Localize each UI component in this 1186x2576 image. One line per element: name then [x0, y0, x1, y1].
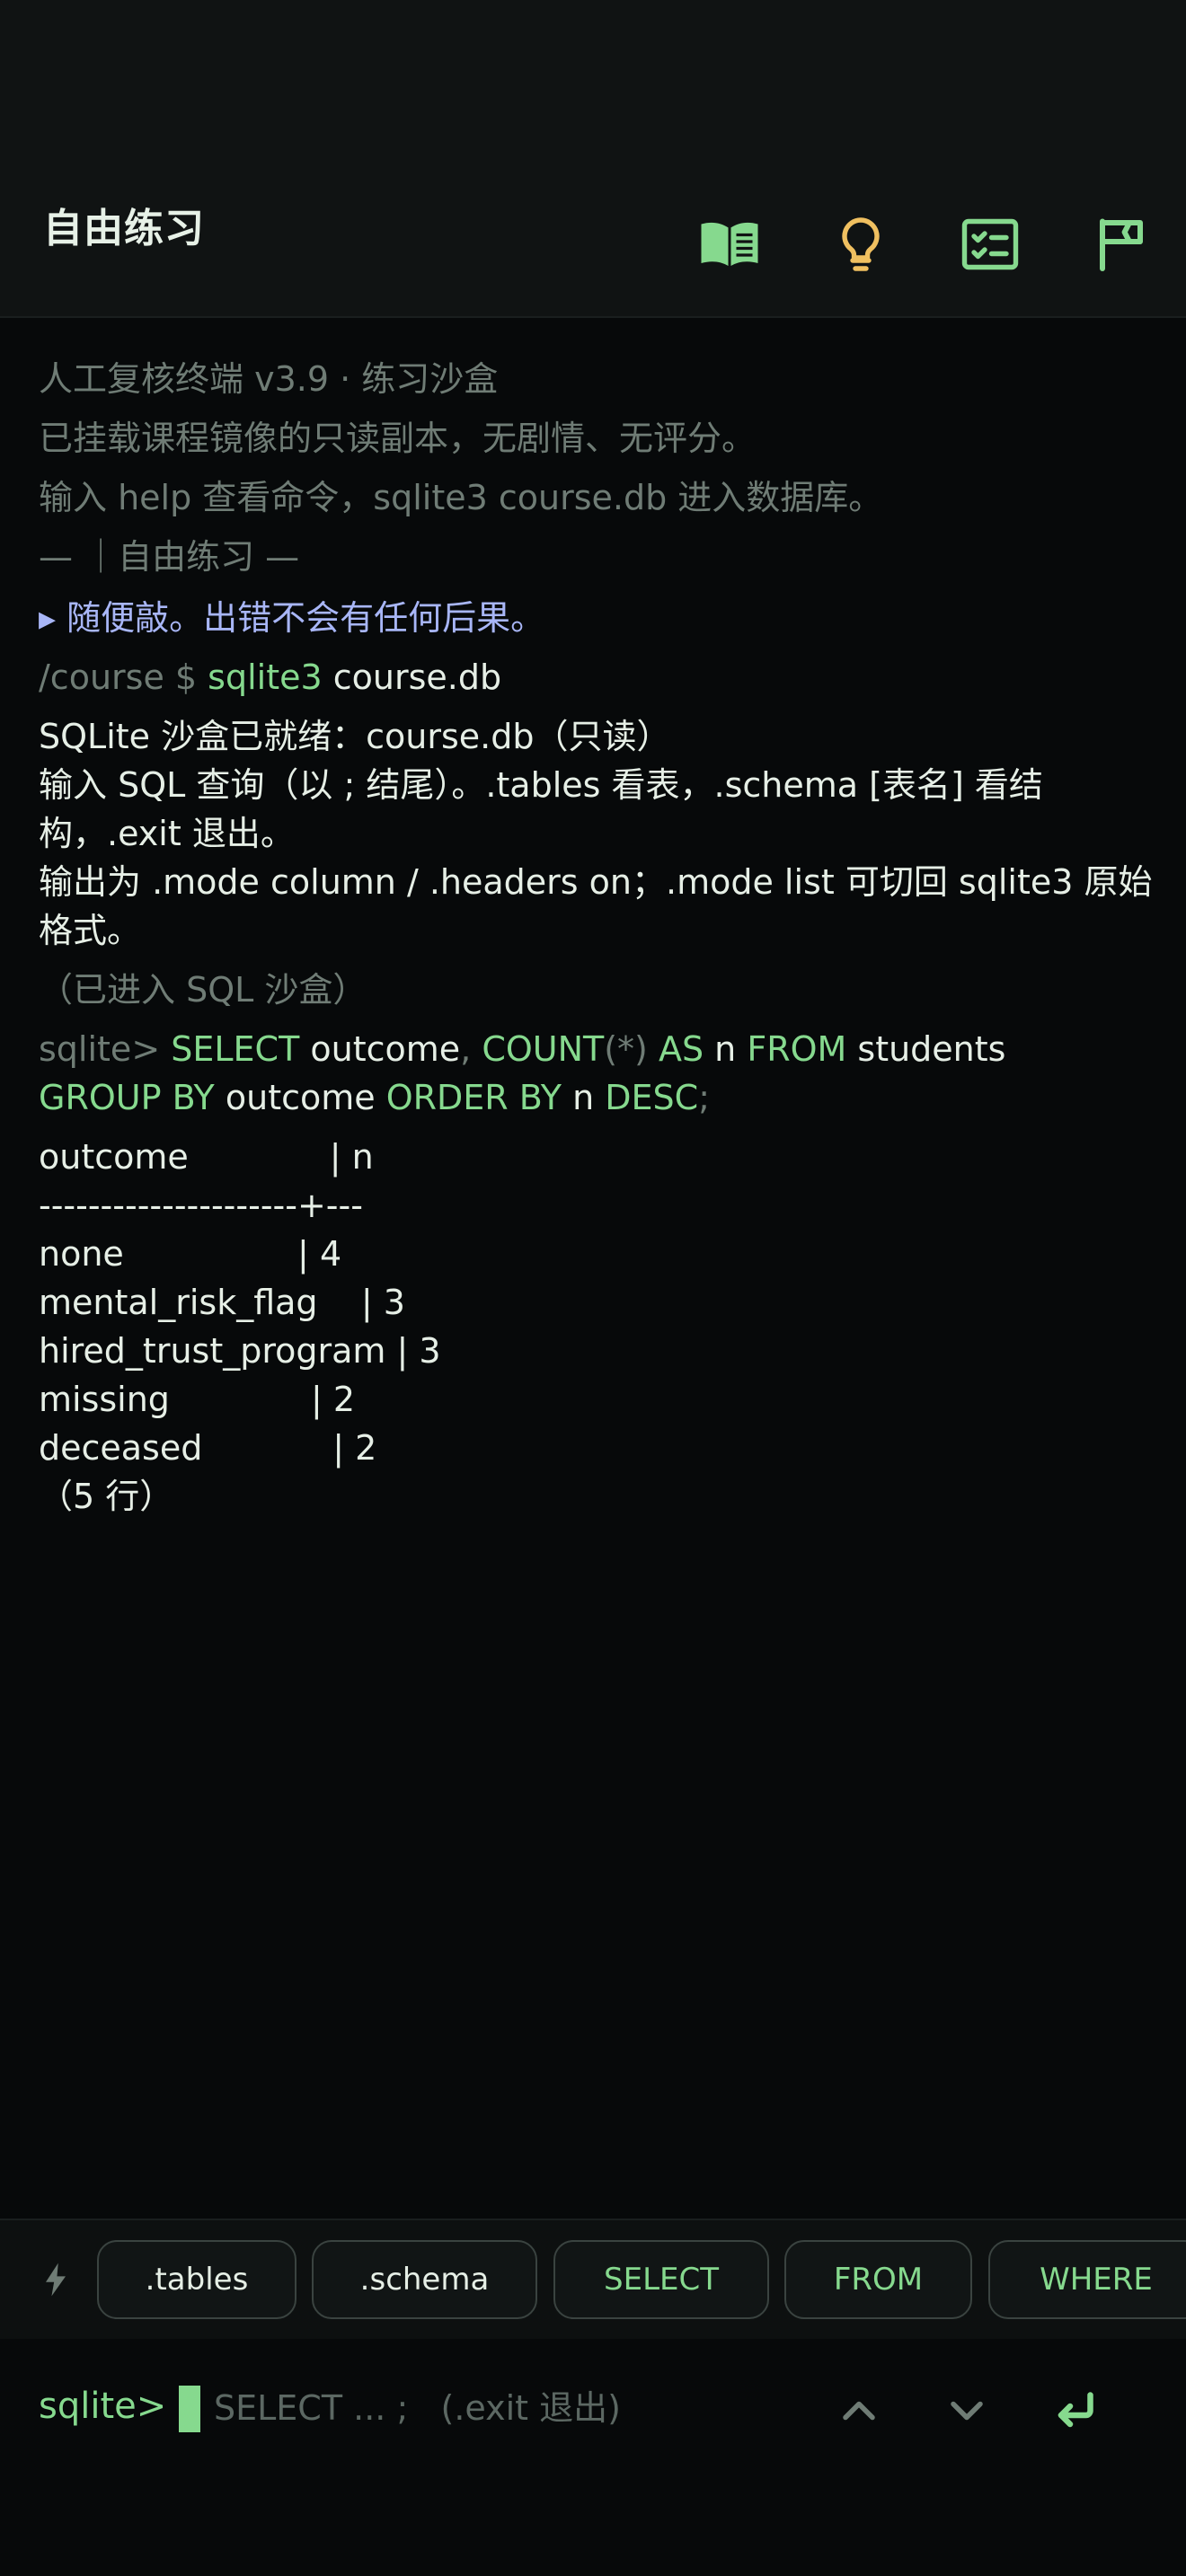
input-prompt: sqlite> [39, 2386, 167, 2427]
terminal-output: 人工复核终端 v3.9 · 练习沙盒 已挂载课程镜像的只读副本，无剧情、无评分。… [39, 355, 1153, 1521]
sql-symbol: (*) [604, 1029, 648, 1069]
sql-identifier: outcome [299, 1029, 461, 1069]
quick-key-select[interactable]: SELECT [553, 2240, 769, 2319]
shell-argument: course.db [322, 657, 502, 697]
history-down-button[interactable] [934, 2378, 999, 2443]
banner-line: — ｜自由练习 — [39, 537, 300, 577]
quick-key-tables[interactable]: .tables [97, 2240, 296, 2319]
sql-keyword: SELECT [171, 1029, 300, 1069]
query-line: sqlite> SELECT outcome, COUNT(*) AS n FR… [39, 1025, 1153, 1122]
sql-identifier: n [704, 1029, 737, 1069]
table-row: none | 4 [39, 1234, 342, 1274]
table-row: mental_risk_flag | 3 [39, 1283, 405, 1322]
chevron-down-icon [951, 2401, 983, 2421]
lightbulb-icon [842, 217, 880, 271]
quick-key-bar[interactable]: .tables .schema SELECT FROM WHERE [0, 2219, 1186, 2341]
sql-identifier: n [562, 1078, 595, 1117]
shell-prompt: /course $ [39, 657, 208, 697]
book-icon [701, 222, 758, 266]
entered-sql-line: （已进入 SQL 沙盒） [39, 970, 367, 1010]
sql-identifier: students [846, 1029, 1006, 1069]
sql-keyword: AS [647, 1029, 704, 1069]
banner-line: 输入 help 查看命令，sqlite3 course.db 进入数据库。 [39, 478, 883, 517]
chevron-up-icon [843, 2401, 875, 2421]
quick-key-from[interactable]: FROM [784, 2240, 972, 2319]
page-title: 自由练习 [43, 206, 205, 251]
app-header: 自由练习 [0, 0, 1186, 318]
banner-line: 人工复核终端 v3.9 · 练习沙盒 [39, 359, 499, 399]
bolt-icon [46, 2263, 66, 2297]
ready-line: SQLite 沙盒已就绪：course.db（只读） [39, 717, 671, 756]
flag-icon [1100, 218, 1143, 271]
sql-symbol: , [460, 1029, 472, 1069]
sql-keyword: GROUP BY [39, 1078, 215, 1117]
sql-identifier: outcome [214, 1078, 376, 1117]
ready-line: 输入 SQL 查询（以 ; 结尾）。.tables 看表，.schema [表名… [39, 765, 1043, 853]
table-row: deceased | 2 [39, 1428, 377, 1468]
sql-keyword: COUNT [471, 1029, 605, 1069]
sql-symbol: ; [698, 1078, 710, 1117]
result-header: outcome | n [39, 1137, 374, 1177]
shell-line: /course $ sqlite3 course.db [39, 653, 1153, 701]
hint-button[interactable] [825, 208, 897, 280]
input-bar: sqlite> [0, 2339, 1186, 2576]
history-up-button[interactable] [827, 2378, 891, 2443]
quick-key-where[interactable]: WHERE [988, 2240, 1186, 2319]
text-cursor [179, 2386, 200, 2432]
quick-key-schema[interactable]: .schema [312, 2240, 537, 2319]
banner-line: 已挂载课程镜像的只读副本，无剧情、无评分。 [39, 419, 757, 458]
sql-prompt: sqlite> [39, 1029, 172, 1069]
sql-keyword: DESC [594, 1078, 699, 1117]
ready-line: 输出为 .mode column / .headers on；.mode lis… [39, 862, 1153, 950]
sql-keyword: ORDER BY [375, 1078, 562, 1117]
query-result: outcome | n ---------------------+--- no… [39, 1133, 1153, 1521]
sql-keyword: FROM [736, 1029, 847, 1069]
flag-button[interactable] [1085, 208, 1157, 280]
table-row: hired_trust_program | 3 [39, 1331, 441, 1371]
checklist-icon [961, 218, 1019, 270]
result-separator: ---------------------+--- [39, 1186, 363, 1225]
command-input[interactable] [212, 2378, 791, 2438]
result-footer: （5 行） [39, 1477, 174, 1516]
book-button[interactable] [694, 208, 766, 280]
shell-command: sqlite3 [208, 657, 323, 697]
submit-button[interactable] [1042, 2378, 1107, 2443]
tasks-button[interactable] [954, 208, 1026, 280]
enter-icon [1058, 2392, 1093, 2428]
table-row: missing | 2 [39, 1380, 356, 1419]
hint-line: ▸ 随便敲。出错不会有任何后果。 [39, 598, 545, 638]
